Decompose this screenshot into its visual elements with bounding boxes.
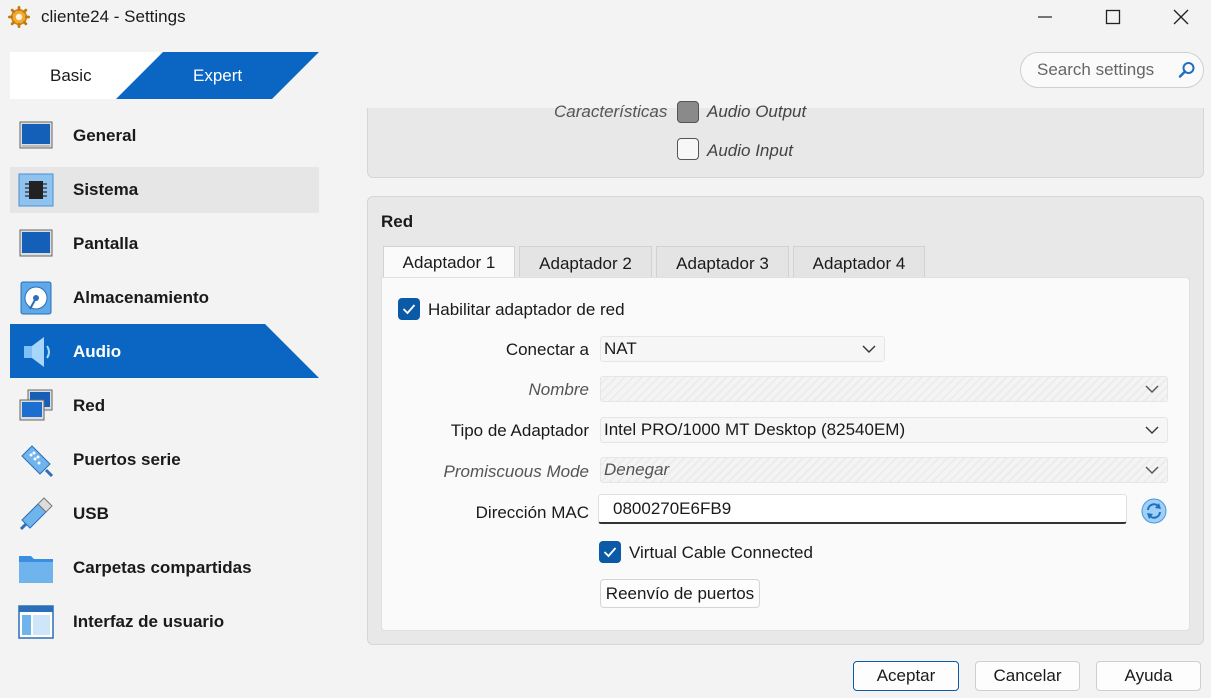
speaker-icon [24, 337, 50, 367]
gear-icon [8, 6, 30, 28]
search-icon[interactable] [1178, 61, 1196, 79]
promiscuous-mode-label: Promiscuous Mode [443, 462, 589, 481]
promiscuous-mode-select[interactable]: Denegar [600, 457, 1168, 483]
search-input[interactable] [1037, 60, 1177, 80]
enable-adapter-checkbox[interactable] [398, 298, 420, 320]
cable-connected-checkbox[interactable] [599, 541, 621, 563]
title-bar: cliente24 - Settings [0, 0, 1211, 34]
audio-output-checkbox[interactable] [677, 101, 699, 123]
sidebar-item-puertos-serie[interactable]: Puertos serie [10, 437, 319, 483]
cancel-label: Cancelar [993, 666, 1062, 685]
cable-connected-label: Virtual Cable Connected [629, 543, 813, 562]
help-label: Ayuda [1124, 666, 1173, 685]
tab-adaptador-3[interactable]: Adaptador 3 [656, 246, 789, 277]
tab-label: Adaptador 3 [676, 254, 769, 273]
chevron-down-icon [862, 345, 876, 353]
mac-address-label: Dirección MAC [475, 503, 589, 522]
sidebar-item-label: Pantalla [73, 234, 139, 253]
sidebar-item-label: Interfaz de usuario [73, 612, 225, 631]
storage-icon [20, 281, 52, 315]
attached-to-value: NAT [604, 339, 637, 358]
sidebar-item-label: Puertos serie [73, 450, 181, 469]
usb-icon [19, 497, 53, 531]
sidebar-item-label: Red [73, 396, 106, 415]
tab-adaptador-1[interactable]: Adaptador 1 [383, 246, 515, 278]
ui-window-icon [18, 605, 54, 639]
search-box[interactable] [1020, 52, 1204, 88]
sidebar-item-label: Audio [73, 342, 122, 361]
network-icon [19, 389, 53, 421]
close-button[interactable] [1152, 0, 1210, 34]
minimize-button[interactable] [1016, 0, 1074, 34]
sidebar-item-general[interactable]: General [10, 113, 319, 159]
audio-features-label: Características [554, 102, 668, 121]
sidebar-item-usb[interactable]: USB [10, 491, 319, 537]
audio-input-checkbox[interactable] [677, 138, 699, 160]
maximize-button[interactable] [1084, 0, 1142, 34]
sidebar-item-label: General [73, 126, 137, 145]
serial-port-icon [21, 445, 54, 478]
sidebar-item-interfaz-de-usuario[interactable]: Interfaz de usuario [10, 599, 319, 645]
display-icon [19, 229, 53, 257]
sidebar-item-label: Sistema [73, 180, 139, 199]
folder-icon [19, 556, 53, 583]
sidebar-item-almacenamiento[interactable]: Almacenamiento [10, 275, 319, 321]
port-forwarding-button[interactable]: Reenvío de puertos [600, 579, 760, 608]
help-button[interactable]: Ayuda [1096, 661, 1201, 691]
port-forwarding-label: Reenvío de puertos [605, 583, 755, 603]
ok-label: Aceptar [876, 666, 936, 685]
sidebar-item-label: Carpetas compartidas [73, 558, 252, 577]
close-icon [1173, 9, 1189, 25]
sidebar-item-red[interactable]: Red [10, 383, 319, 429]
checkmark-icon [603, 547, 617, 558]
ok-button[interactable]: Aceptar [853, 661, 959, 691]
monitor-icon [19, 121, 53, 149]
network-section-title: Red [381, 212, 414, 231]
chevron-down-icon [1145, 426, 1159, 434]
tab-adaptador-4[interactable]: Adaptador 4 [793, 246, 925, 277]
maximize-icon [1105, 9, 1121, 25]
basic-mode-label: Basic [50, 65, 92, 85]
sidebar-item-audio[interactable]: Audio [10, 329, 319, 375]
name-select[interactable] [600, 376, 1168, 402]
expert-mode-label[interactable]: Expert [193, 66, 242, 86]
chevron-down-icon [1145, 466, 1159, 474]
adapter-type-select[interactable]: Intel PRO/1000 MT Desktop (82540EM) [600, 417, 1168, 443]
mac-address-field[interactable]: 0800270E6FB9 [598, 494, 1127, 524]
name-label: Nombre [528, 380, 589, 399]
cancel-button[interactable]: Cancelar [975, 661, 1080, 691]
adapter-type-value: Intel PRO/1000 MT Desktop (82540EM) [604, 420, 906, 439]
audio-output-label: Audio Output [707, 102, 807, 121]
audio-input-label: Audio Input [707, 141, 794, 160]
chevron-down-icon [1145, 385, 1159, 393]
tab-label: Adaptador 2 [539, 254, 632, 273]
adapter-tab-pane [381, 277, 1190, 631]
sidebar-item-carpetas-compartidas[interactable]: Carpetas compartidas [10, 545, 319, 591]
chip-icon [18, 173, 54, 207]
tab-label: Adaptador 4 [812, 254, 906, 273]
adapter-type-label: Tipo de Adaptador [450, 421, 589, 440]
minimize-icon [1038, 16, 1052, 18]
sidebar-item-label: USB [73, 504, 109, 523]
mac-address-value: 0800270E6FB9 [613, 498, 732, 518]
window-title: cliente24 - Settings [41, 7, 186, 26]
sidebar-item-pantalla[interactable]: Pantalla [10, 221, 319, 267]
attached-to-label: Conectar a [505, 340, 589, 359]
promiscuous-mode-value: Denegar [604, 460, 670, 479]
checkmark-icon [402, 304, 416, 315]
tab-label: Adaptador 1 [402, 252, 496, 272]
refresh-mac-icon[interactable] [1141, 498, 1167, 524]
sidebar-item-label: Almacenamiento [73, 288, 210, 307]
sidebar-item-sistema[interactable]: Sistema [10, 167, 319, 213]
tab-adaptador-2[interactable]: Adaptador 2 [519, 246, 652, 277]
attached-to-select[interactable]: NAT [600, 336, 885, 362]
enable-adapter-label: Habilitar adaptador de red [428, 300, 625, 319]
